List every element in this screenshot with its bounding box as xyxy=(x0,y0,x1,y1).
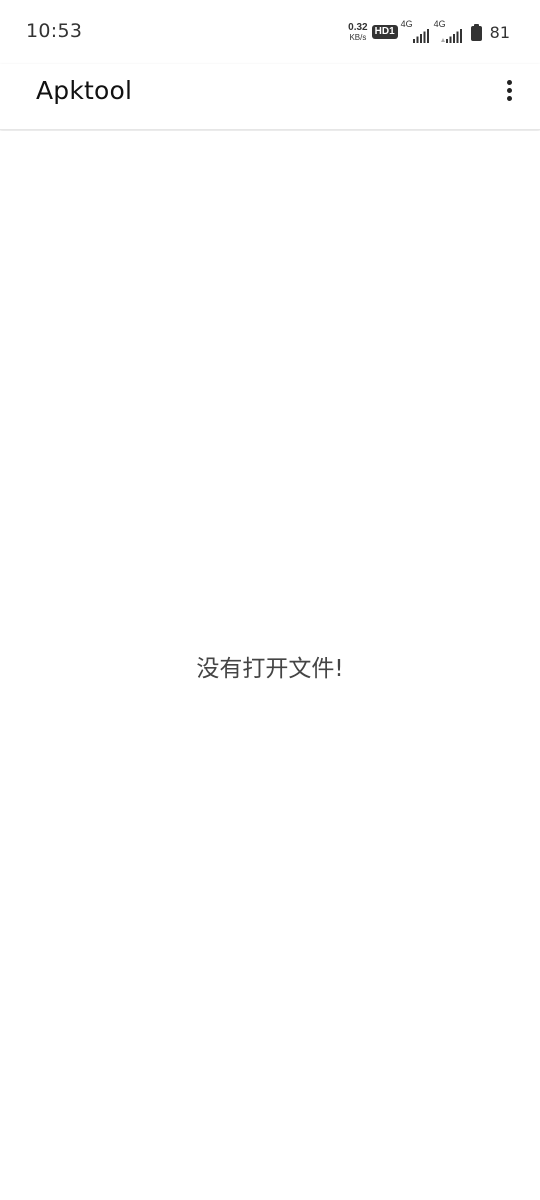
app-bar: Apktool xyxy=(0,64,540,130)
screen: 10:53 0.32 KB/s HD1 4G 4G 81 Apktool 没有打… xyxy=(0,0,540,1200)
status-icons: 0.32 KB/s HD1 4G 4G 81 xyxy=(348,19,510,44)
sim2-signal-icon: 4G xyxy=(433,19,462,43)
app-title: Apktool xyxy=(36,76,133,105)
status-bar: 10:53 0.32 KB/s HD1 4G 4G 81 xyxy=(0,0,540,64)
sim2-network-type: 4G xyxy=(433,19,446,29)
sim1-signal-icon: 4G xyxy=(400,19,429,43)
signal-bars-data-icon xyxy=(440,29,462,43)
sim1-network-type: 4G xyxy=(400,19,413,29)
hd-badge: HD1 xyxy=(371,25,398,39)
status-time: 10:53 xyxy=(26,20,83,42)
signal-bars-icon xyxy=(412,29,429,43)
battery-level: 81 xyxy=(489,22,510,42)
empty-state-message: 没有打开文件! xyxy=(196,656,344,682)
main-content: 没有打开文件! xyxy=(0,131,540,1200)
battery-icon xyxy=(470,23,482,41)
network-speed-value: 0.32 xyxy=(348,21,368,33)
more-vert-icon[interactable] xyxy=(492,73,526,107)
network-speed: 0.32 KB/s xyxy=(348,21,368,42)
network-speed-unit: KB/s xyxy=(349,32,367,42)
